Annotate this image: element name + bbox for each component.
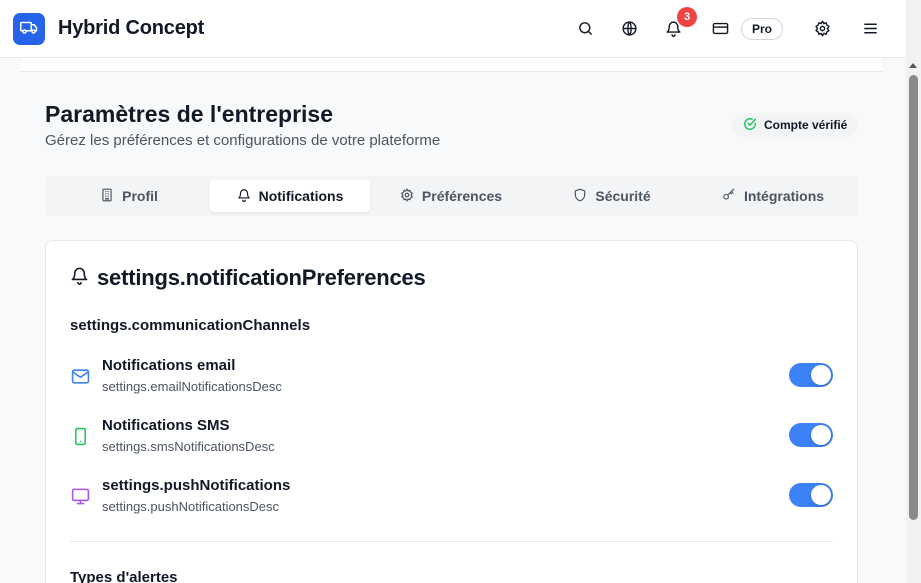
alert-types-label: Types d'alertes <box>70 569 178 583</box>
app-title: Hybrid Concept <box>58 17 205 39</box>
tab-integrations[interactable]: Intégrations <box>693 180 853 212</box>
page-subtitle: Gérez les préférences et configurations … <box>45 132 441 149</box>
key-icon <box>722 188 736 205</box>
email-toggle[interactable] <box>789 363 833 387</box>
search-icon[interactable] <box>575 18 595 38</box>
channel-title-sms: Notifications SMS <box>102 417 230 434</box>
scroll-up-arrow[interactable] <box>909 63 917 68</box>
card-title: settings.notificationPreferences <box>70 265 426 291</box>
sms-toggle[interactable] <box>789 423 833 447</box>
card-title-text: settings.notificationPreferences <box>97 265 426 290</box>
notification-badge: 3 <box>677 7 697 27</box>
tab-label: Intégrations <box>743 188 825 204</box>
tab-label: Préférences <box>421 188 503 204</box>
channel-title-push: settings.pushNotifications <box>102 477 291 494</box>
shield-icon <box>573 188 587 205</box>
channel-desc-sms: settings.smsNotificationsDesc <box>102 439 275 454</box>
toggle-knob <box>811 365 831 385</box>
gear-icon[interactable] <box>812 18 832 38</box>
tab-notifications[interactable]: Notifications <box>210 180 370 212</box>
tab-preferences[interactable]: Préférences <box>371 180 531 212</box>
scrollbar-thumb[interactable] <box>909 75 918 520</box>
globe-icon[interactable] <box>619 18 639 38</box>
menu-icon[interactable] <box>860 18 880 38</box>
mail-icon <box>70 366 90 386</box>
bell-icon <box>237 188 251 205</box>
tab-label: Profil <box>122 188 158 204</box>
settings-tabs: Profil Notifications Préférences Sécurit… <box>45 176 858 216</box>
section-divider <box>70 541 833 542</box>
verified-label: Compte vérifié <box>764 118 848 132</box>
tab-profil[interactable]: Profil <box>49 180 209 212</box>
toggle-knob <box>811 425 831 445</box>
plan-badge[interactable]: Pro <box>741 18 783 40</box>
smartphone-icon <box>70 426 90 446</box>
verified-badge: Compte vérifié <box>732 113 858 137</box>
logo[interactable] <box>13 13 45 45</box>
tab-label: Sécurité <box>595 188 651 204</box>
credit-card-icon[interactable] <box>710 18 730 38</box>
page-title: Paramètres de l'entreprise <box>45 101 334 127</box>
section-label: settings.communicationChannels <box>70 317 311 334</box>
truck-icon <box>20 18 38 41</box>
channel-desc-push: settings.pushNotificationsDesc <box>102 499 280 514</box>
check-circle-icon <box>743 117 757 134</box>
previous-section-edge <box>21 58 882 72</box>
tab-label: Notifications <box>258 188 344 204</box>
tab-securite[interactable]: Sécurité <box>532 180 692 212</box>
gear-icon <box>400 187 414 205</box>
building-icon <box>100 188 114 205</box>
channel-title-email: Notifications email <box>102 357 236 374</box>
bell-icon <box>70 265 89 291</box>
toggle-knob <box>811 485 831 505</box>
monitor-icon <box>70 486 90 506</box>
notification-preferences-card <box>45 240 858 583</box>
channel-desc-email: settings.emailNotificationsDesc <box>102 379 282 394</box>
push-toggle[interactable] <box>789 483 833 507</box>
